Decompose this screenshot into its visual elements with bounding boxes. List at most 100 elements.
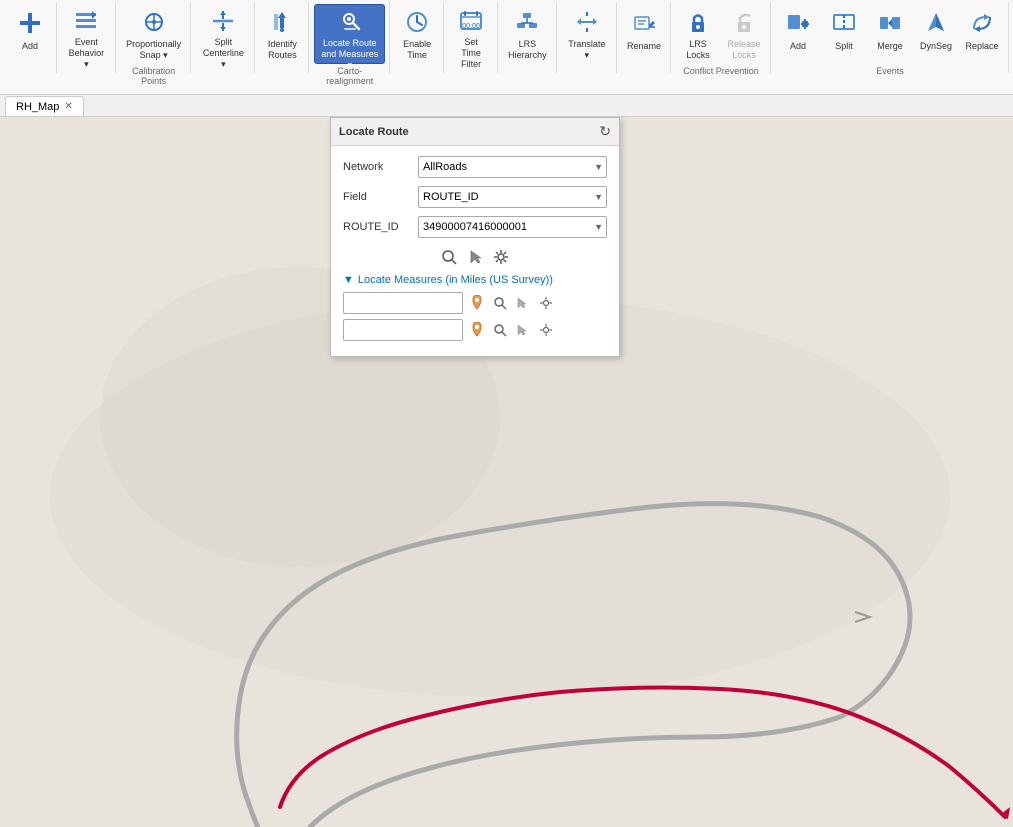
- ribbon-group-translate: Translate ▾: [558, 2, 617, 73]
- route-id-value: 34900007416000001: [423, 221, 527, 233]
- ribbon-group-identify-routes: IdentifyRoutes: [256, 2, 309, 73]
- split2-label: Split: [835, 41, 853, 52]
- route-id-select[interactable]: 34900007416000001 ▼: [418, 216, 607, 238]
- ribbon-group-prop-snap: ProportionallySnap ▾ Calibration Points: [117, 2, 192, 73]
- rh-map-tab[interactable]: RH_Map ✕: [5, 96, 84, 116]
- lrs-hierarchy-icon: [511, 7, 543, 37]
- release-locks-icon: [728, 7, 760, 37]
- translate-icon: [571, 7, 603, 37]
- measure-1-cursor-icon[interactable]: [513, 293, 533, 313]
- map-area: Locate Route ↻ Network AllRoads ▼ Field: [0, 117, 1013, 827]
- add-button[interactable]: Add: [8, 4, 52, 64]
- network-row: Network AllRoads ▼: [343, 156, 607, 178]
- set-time-filter-button[interactable]: 00:00 Set TimeFilter: [449, 4, 493, 64]
- field-select[interactable]: ROUTE_ID ▼: [418, 186, 607, 208]
- measure-1-pin-icon[interactable]: [467, 293, 487, 313]
- enable-time-label: EnableTime: [403, 39, 431, 61]
- lrs-locks-label: LRSLocks: [686, 39, 710, 61]
- split-centerline-icon: [207, 7, 239, 35]
- measure-2-input[interactable]: [343, 319, 463, 341]
- field-value: ROUTE_ID: [423, 191, 479, 203]
- lrs-locks-button[interactable]: LRSLocks: [676, 4, 720, 64]
- dynseg-button[interactable]: DynSeg: [914, 4, 958, 64]
- add2-icon: [782, 7, 814, 39]
- settings-icon[interactable]: [490, 246, 512, 268]
- add2-button[interactable]: Add: [776, 4, 820, 64]
- ribbon-group-set-time-filter: 00:00 Set TimeFilter: [445, 2, 498, 73]
- measure-1-input[interactable]: [343, 292, 463, 314]
- network-select[interactable]: AllRoads ▼: [418, 156, 607, 178]
- split-centerline-button[interactable]: SplitCenterline ▾: [196, 4, 250, 64]
- tab-label: RH_Map: [16, 101, 59, 113]
- enable-time-icon: [401, 7, 433, 37]
- lrs-hierarchy-label: LRSHierarchy: [508, 39, 547, 61]
- measure-1-search-icon[interactable]: [490, 293, 510, 313]
- locate-panel-body: Network AllRoads ▼ Field ROUTE_ID ▼: [331, 146, 619, 356]
- set-time-filter-label: Set TimeFilter: [454, 37, 488, 69]
- measure-2-pin-icon[interactable]: [467, 320, 487, 340]
- ribbon-group-event-behavior: EventBehavior ▾: [58, 2, 116, 73]
- ribbon-group-add: Add: [4, 2, 57, 73]
- event-behavior-button[interactable]: EventBehavior ▾: [62, 4, 111, 64]
- conflict-prevention-label: Conflict Prevention: [683, 66, 759, 76]
- svg-text:00:00: 00:00: [462, 23, 480, 30]
- locate-route-label: Locate Routeand Measures ▾: [320, 38, 379, 70]
- network-select-wrap: AllRoads ▼: [418, 156, 607, 178]
- ribbon-group-locate-route: Locate Routeand Measures ▾ Carto-realign…: [310, 2, 390, 73]
- measure-2-cursor-icon[interactable]: [513, 320, 533, 340]
- field-dropdown-arrow: ▼: [594, 192, 603, 202]
- tab-bar: RH_Map ✕: [0, 95, 1013, 117]
- route-id-row: ROUTE_ID 34900007416000001 ▼: [343, 216, 607, 238]
- replace-button[interactable]: Replace: [960, 4, 1004, 64]
- action-icons: [343, 246, 607, 268]
- field-select-wrap: ROUTE_ID ▼: [418, 186, 607, 208]
- lrs-hierarchy-button[interactable]: LRSHierarchy: [503, 4, 552, 64]
- select-route-icon[interactable]: [464, 246, 486, 268]
- locate-panel: Locate Route ↻ Network AllRoads ▼ Field: [330, 117, 620, 357]
- measure-2-icons: [467, 320, 556, 340]
- field-row: Field ROUTE_ID ▼: [343, 186, 607, 208]
- ribbon-group-events: Add Split: [772, 2, 1009, 73]
- translate-label: Translate ▾: [567, 39, 607, 61]
- split-centerline-label: SplitCenterline ▾: [201, 37, 245, 69]
- identify-routes-button[interactable]: IdentifyRoutes: [260, 4, 304, 64]
- measure-2-settings-icon[interactable]: [536, 320, 556, 340]
- ribbon-group-locks: LRSLocks ReleaseLocks Conflict Preventio…: [672, 2, 771, 73]
- rename-button[interactable]: Rename: [622, 4, 666, 64]
- refresh-icon[interactable]: ↻: [599, 123, 611, 140]
- rename-label: Rename: [627, 41, 661, 52]
- search-route-icon[interactable]: [438, 246, 460, 268]
- network-value: AllRoads: [423, 161, 467, 173]
- proportionally-snap-button[interactable]: ProportionallySnap ▾: [121, 4, 186, 64]
- lrs-locks-icon: [682, 7, 714, 37]
- locate-measures-header[interactable]: ▼ Locate Measures (in Miles (US Survey)): [343, 274, 607, 286]
- split2-button[interactable]: Split: [822, 4, 866, 64]
- add-label: Add: [22, 41, 38, 52]
- tab-close-icon[interactable]: ✕: [64, 101, 72, 112]
- measure-2-row: [343, 319, 607, 341]
- enable-time-button[interactable]: EnableTime: [395, 4, 439, 64]
- prop-snap-icon: [138, 7, 170, 37]
- locate-route-button[interactable]: Locate Routeand Measures ▾: [314, 4, 385, 64]
- merge-label: Merge: [877, 41, 903, 52]
- translate-button[interactable]: Translate ▾: [562, 4, 612, 64]
- release-locks-button[interactable]: ReleaseLocks: [722, 4, 766, 64]
- add-icon: [14, 7, 46, 39]
- merge-button[interactable]: Merge: [868, 4, 912, 64]
- replace-label: Replace: [965, 41, 998, 52]
- route-id-dropdown-arrow: ▼: [594, 222, 603, 232]
- collapse-arrow: ▼: [343, 274, 354, 286]
- measure-2-search-icon[interactable]: [490, 320, 510, 340]
- set-time-filter-icon: 00:00: [455, 7, 487, 35]
- add2-label: Add: [790, 41, 806, 52]
- locate-measures-label: Locate Measures (in Miles (US Survey)): [358, 274, 553, 286]
- events-label: Events: [876, 66, 904, 76]
- measure-1-settings-icon[interactable]: [536, 293, 556, 313]
- ribbon-group-split-centerline: SplitCenterline ▾: [192, 2, 255, 73]
- event-behavior-icon: [70, 7, 102, 35]
- measure-1-icons: [467, 293, 556, 313]
- measure-1-row: [343, 292, 607, 314]
- locate-panel-title: Locate Route: [339, 126, 409, 138]
- ribbon: Add EventBehavior ▾: [0, 0, 1013, 95]
- identify-routes-label: IdentifyRoutes: [268, 39, 297, 61]
